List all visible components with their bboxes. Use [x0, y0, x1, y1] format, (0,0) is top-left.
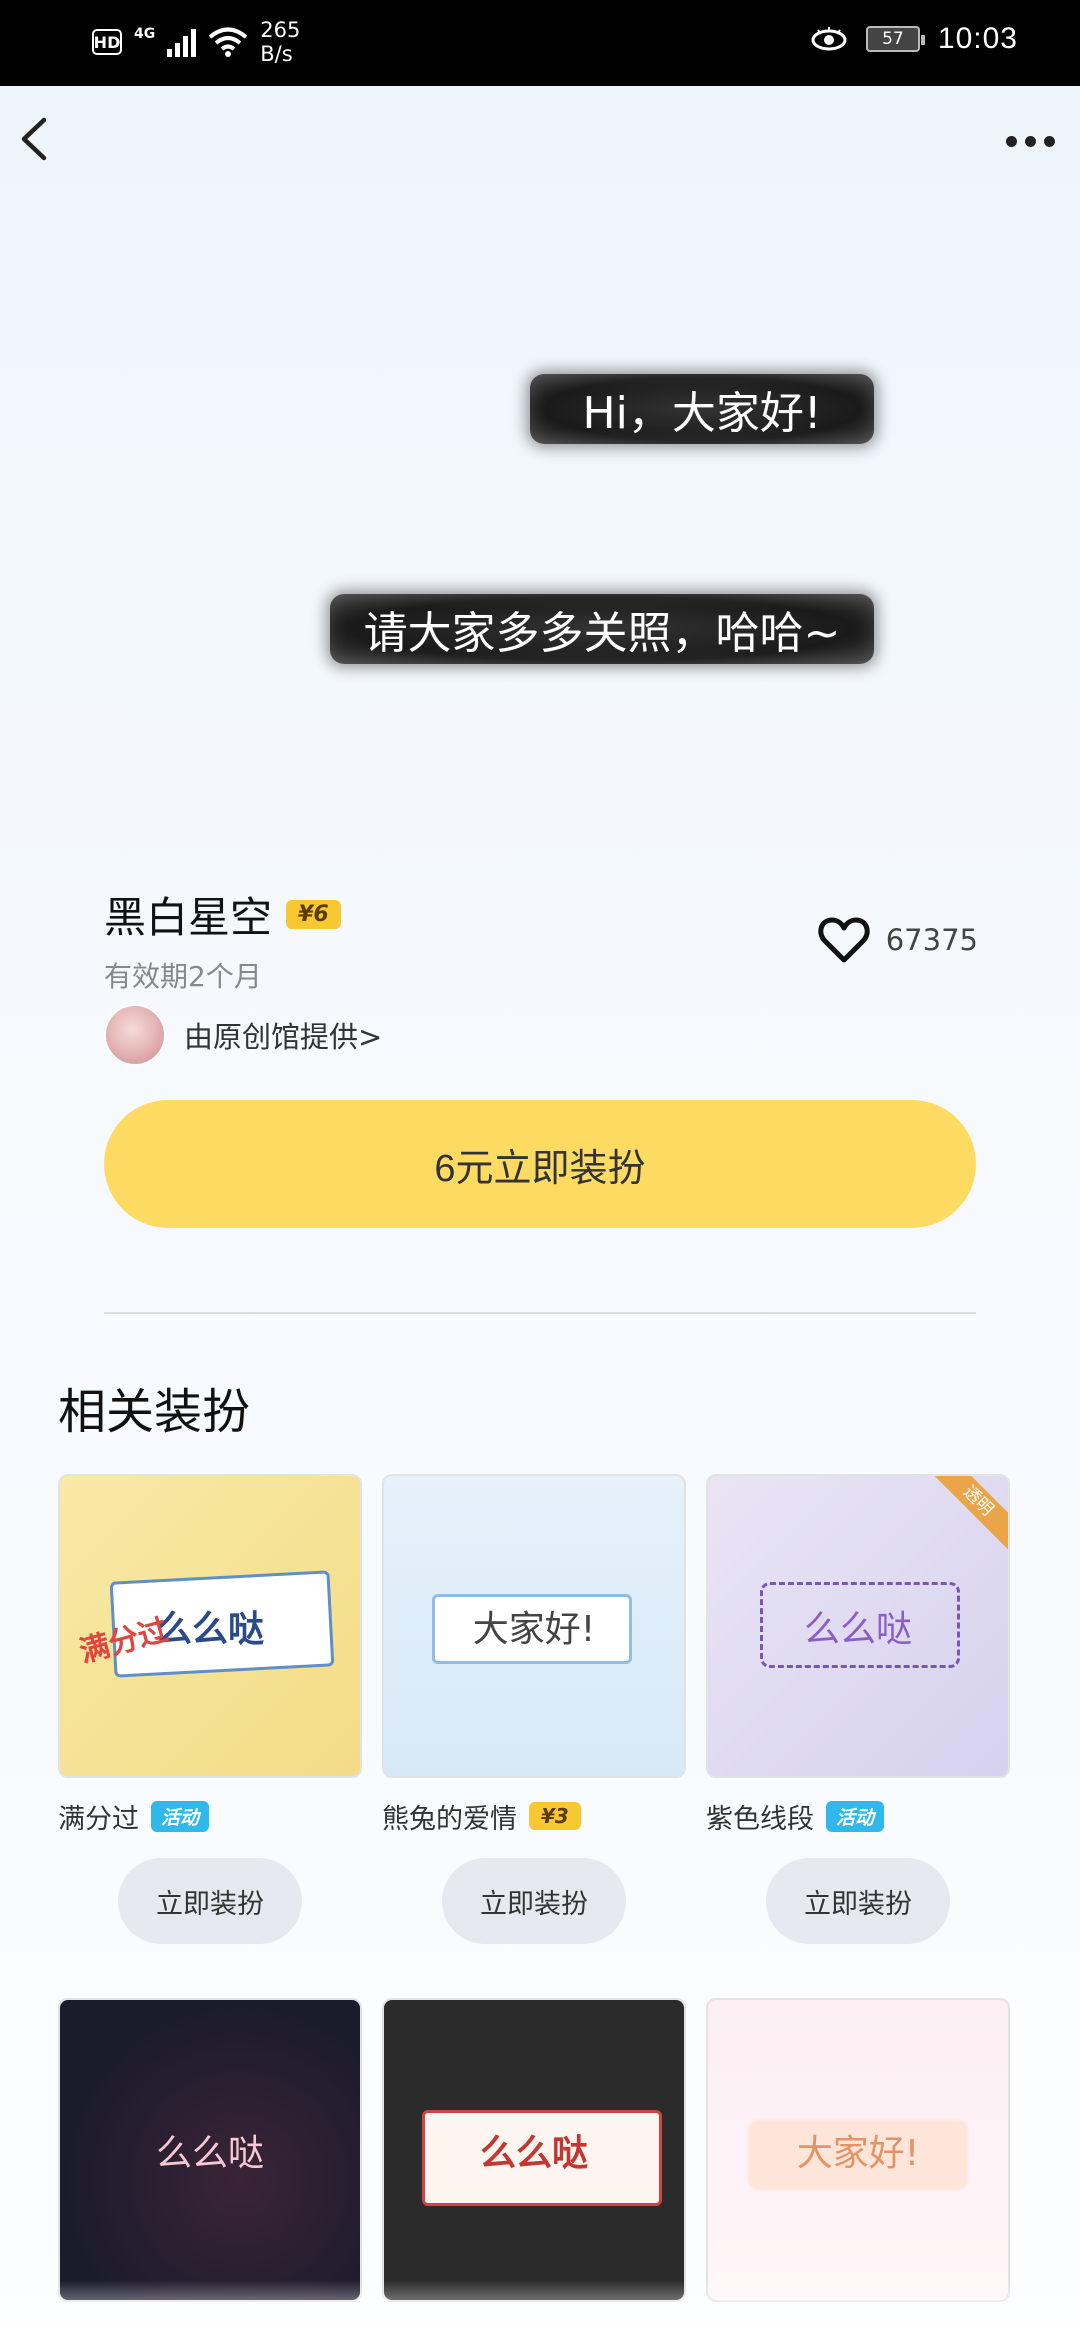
- item-name: 黑白星空: [104, 893, 273, 942]
- card-name: 紫色线段: [706, 1803, 814, 1835]
- related-card[interactable]: 大家好!: [706, 1998, 1010, 2302]
- apply-button[interactable]: 立即装扮: [118, 1858, 302, 1944]
- heart-icon[interactable]: [818, 916, 870, 964]
- provider-link[interactable]: 由原创馆提供>: [104, 1004, 382, 1066]
- network-type: 4G: [134, 26, 156, 42]
- hd-icon: HD: [92, 29, 122, 55]
- card-preview[interactable]: 么么哒: [382, 1998, 686, 2302]
- card-name: 满分过: [58, 1803, 139, 1835]
- card-preview[interactable]: 么么哒 满分过: [58, 1474, 362, 1778]
- card-preview[interactable]: 大家好!: [706, 1998, 1010, 2302]
- related-card[interactable]: 么么哒: [382, 1998, 686, 2302]
- related-section-title: 相关装扮: [58, 1384, 251, 1440]
- card-label: 满分过 活动: [58, 1798, 362, 1835]
- status-bar: HD 4G 265 B/s 57 10:03: [0, 0, 1080, 86]
- speed-unit: B/s: [260, 42, 293, 66]
- divider: [104, 1312, 976, 1314]
- preview-text: 么么哒: [479, 2133, 589, 2174]
- clock: 10:03: [937, 22, 1018, 55]
- preview-bubble-1: Hi，大家好!: [530, 374, 874, 444]
- related-card[interactable]: 么么哒: [58, 1998, 362, 2302]
- network-speed: 265 B/s: [260, 18, 300, 66]
- preview-text: 大家好!: [796, 2133, 920, 2174]
- preview-text: 大家好!: [472, 1609, 596, 1650]
- apply-now-button[interactable]: 6元立即装扮: [104, 1100, 976, 1228]
- card-label: 紫色线段 活动: [706, 1798, 1010, 1835]
- wifi-icon: [208, 27, 248, 57]
- status-left: HD 4G 265 B/s: [92, 18, 300, 66]
- apply-button[interactable]: 立即装扮: [442, 1858, 626, 1944]
- event-badge: 活动: [826, 1800, 885, 1832]
- card-preview[interactable]: 么么哒: [58, 1998, 362, 2302]
- battery-icon: 57: [865, 26, 925, 52]
- likes-count: 67375: [885, 923, 978, 957]
- bottom-fade: [0, 2280, 1080, 2340]
- preview-bubble-2: 请大家多多关照，哈哈~: [330, 594, 874, 664]
- card-preview[interactable]: 么么哒 透明: [706, 1474, 1010, 1778]
- preview-text: 么么哒: [155, 1609, 265, 1650]
- apply-button[interactable]: 立即装扮: [766, 1858, 950, 1944]
- related-card[interactable]: 么么哒 透明 紫色线段 活动 立即装扮: [706, 1474, 1010, 1944]
- event-badge: 活动: [151, 1800, 210, 1832]
- like-button[interactable]: 67375: [818, 916, 978, 964]
- status-right: 57 10:03: [810, 22, 1018, 56]
- price-badge: ¥6: [286, 900, 341, 929]
- chevron-left-icon[interactable]: [14, 114, 58, 164]
- validity-text: 有效期2个月: [104, 960, 262, 993]
- avatar[interactable]: [104, 1004, 166, 1066]
- preview-text: 么么哒: [803, 1609, 913, 1650]
- card-label: 熊兔的爱情 ¥3: [382, 1798, 686, 1835]
- provider-text[interactable]: 由原创馆提供>: [184, 1014, 382, 1056]
- related-card[interactable]: 么么哒 满分过 满分过 活动 立即装扮: [58, 1474, 362, 1944]
- speed-value: 265: [260, 18, 301, 42]
- price-badge: ¥3: [529, 1802, 581, 1830]
- preview-text: 么么哒: [155, 2133, 265, 2174]
- signal-icon: [167, 27, 197, 57]
- item-title: 黑白星空 ¥6: [104, 884, 341, 945]
- eye-comfort-icon: [811, 27, 847, 51]
- related-card[interactable]: 大家好! 熊兔的爱情 ¥3 立即装扮: [382, 1474, 686, 1944]
- card-preview[interactable]: 大家好!: [382, 1474, 686, 1778]
- more-dots-icon[interactable]: [1002, 124, 1058, 158]
- corner-ribbon: 透明: [926, 1476, 1008, 1553]
- card-name: 熊兔的爱情: [382, 1803, 517, 1835]
